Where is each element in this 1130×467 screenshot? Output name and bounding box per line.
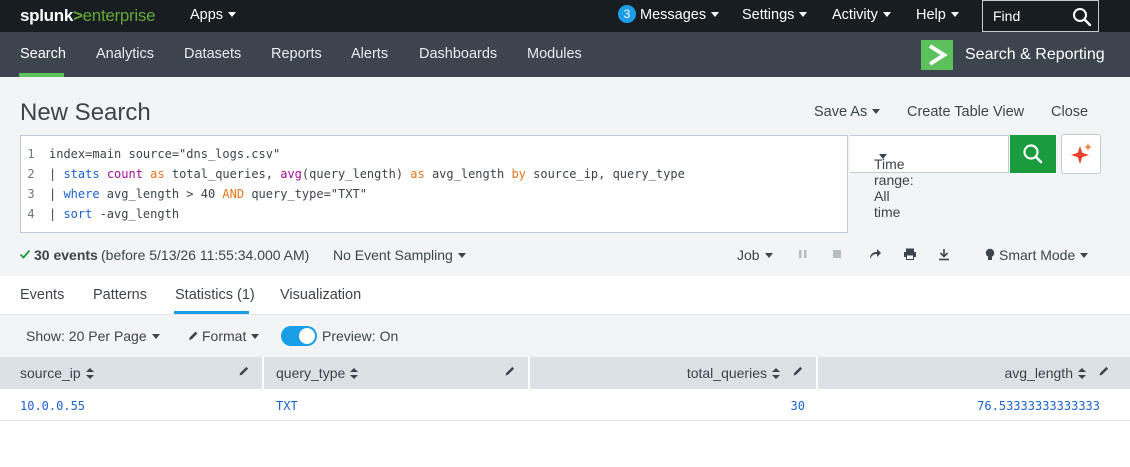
page-title: New Search [20, 99, 151, 126]
chevron-down-icon [872, 108, 881, 114]
nav-alerts[interactable]: Alerts [351, 46, 388, 62]
splunk-logo[interactable]: splunk>enterprise [20, 6, 156, 26]
app-logo-icon [921, 40, 953, 70]
messages-count-badge: 3 [618, 5, 636, 24]
nav-datasets[interactable]: Datasets [184, 46, 241, 62]
events-count: 30 events [34, 247, 98, 263]
chevron-down-icon [1080, 252, 1089, 258]
chevron-down-icon [711, 11, 720, 17]
chevron-down-icon [228, 11, 237, 17]
cell-source-ip[interactable]: 10.0.0.55 [20, 399, 85, 413]
sort-icon [350, 367, 359, 379]
print-icon[interactable] [903, 248, 917, 260]
nav-modules[interactable]: Modules [527, 46, 582, 62]
job-status-row: 30 events (before 5/13/26 11:55:34.000 A… [0, 244, 1130, 266]
nav-dashboards[interactable]: Dashboards [419, 46, 497, 62]
active-tab-indicator [174, 311, 249, 314]
tab-events[interactable]: Events [20, 287, 64, 303]
tab-statistics[interactable]: Statistics (1) [175, 287, 255, 303]
time-range-picker[interactable]: Time range: All time [850, 135, 1009, 220]
nav-analytics[interactable]: Analytics [96, 46, 154, 62]
cell-total-queries[interactable]: 30 [791, 399, 805, 413]
column-header-query-type[interactable]: query_type [264, 357, 530, 389]
column-header-source-ip[interactable]: source_ip [0, 357, 264, 389]
chevron-down-icon [950, 11, 959, 17]
column-header-total-queries[interactable]: total_queries [530, 357, 818, 389]
line-number: 1 [27, 147, 35, 161]
query-line-4: | sort -avg_length [49, 207, 180, 221]
settings-menu[interactable]: Settings [742, 7, 808, 23]
line-number: 3 [27, 187, 35, 201]
results-toolbar: Show: 20 Per Page Format Preview: On [0, 315, 1130, 357]
nav-reports[interactable]: Reports [271, 46, 322, 62]
chevron-down-icon [457, 252, 466, 258]
query-line-3: | where avg_length > 40 AND query_type="… [49, 187, 367, 201]
event-sampling-menu[interactable]: No Event Sampling [333, 247, 466, 263]
chevron-down-icon [799, 11, 808, 17]
share-icon[interactable] [868, 248, 882, 260]
sparkle-icon [1071, 143, 1092, 164]
messages-menu[interactable]: 3 Messages [618, 5, 720, 24]
events-detail: (before 5/13/26 11:55:34.000 AM) [101, 247, 310, 263]
run-search-button[interactable] [1010, 135, 1056, 173]
chevron-down-icon [251, 333, 260, 339]
pencil-icon[interactable] [238, 365, 250, 377]
results-table-header: source_ip query_type total_queries avg_l… [0, 357, 1130, 389]
close-button[interactable]: Close [1051, 104, 1088, 120]
preview-toggle[interactable] [281, 326, 317, 346]
query-line-1: index=main source="dns_logs.csv" [49, 147, 281, 161]
search-icon [1073, 8, 1092, 27]
apps-menu[interactable]: Apps [190, 7, 237, 23]
results-tabs: Events Patterns Statistics (1) Visualiza… [0, 276, 1130, 315]
job-menu[interactable]: Job [737, 247, 773, 263]
save-as-menu[interactable]: Save As [814, 104, 881, 120]
chevron-down-icon [882, 11, 891, 17]
ai-assistant-button[interactable] [1061, 134, 1101, 174]
global-nav-bar: splunk>enterprise Apps 3 Messages Setting… [0, 0, 1130, 32]
table-row: 10.0.0.55 TXT 30 76.53333333333333 [0, 389, 1130, 421]
line-number: 4 [27, 207, 35, 221]
nav-search[interactable]: Search [20, 46, 66, 62]
download-icon[interactable] [938, 248, 950, 261]
pencil-icon[interactable] [504, 365, 516, 377]
chevron-down-icon [151, 333, 160, 339]
query-line-2: | stats count as total_queries, avg(quer… [49, 167, 685, 181]
pencil-icon [189, 331, 198, 341]
pause-icon[interactable] [798, 248, 808, 260]
help-menu[interactable]: Help [916, 7, 959, 23]
format-menu[interactable]: Format [188, 328, 260, 344]
cell-query-type[interactable]: TXT [276, 399, 298, 413]
pencil-icon[interactable] [792, 365, 804, 377]
chevron-down-icon [764, 252, 773, 258]
search-mode-menu[interactable]: Smart Mode [985, 247, 1089, 263]
toggle-knob [299, 328, 315, 344]
create-table-view-button[interactable]: Create Table View [907, 104, 1024, 120]
sort-icon [85, 367, 94, 379]
activity-menu[interactable]: Activity [832, 7, 891, 23]
chevron-down-icon [879, 154, 887, 159]
pencil-icon[interactable] [1098, 365, 1110, 377]
checkmark-icon [19, 249, 31, 259]
search-icon [1023, 144, 1043, 164]
per-page-menu[interactable]: Show: 20 Per Page [26, 328, 160, 344]
cell-avg-length[interactable]: 76.53333333333333 [977, 399, 1100, 413]
lightbulb-icon [985, 248, 995, 260]
tab-visualization[interactable]: Visualization [280, 287, 361, 303]
app-title[interactable]: Search & Reporting [965, 46, 1105, 64]
column-header-avg-length[interactable]: avg_length [818, 357, 1130, 389]
tab-patterns[interactable]: Patterns [93, 287, 147, 303]
stop-icon[interactable] [832, 248, 842, 260]
preview-label: Preview: On [322, 328, 399, 344]
line-number: 2 [27, 167, 35, 181]
sort-icon [772, 367, 780, 379]
find-input[interactable]: Find [982, 0, 1099, 32]
search-query-editor[interactable]: 1 2 3 4 index=main source="dns_logs.csv"… [20, 135, 848, 233]
sort-icon [1078, 367, 1086, 379]
